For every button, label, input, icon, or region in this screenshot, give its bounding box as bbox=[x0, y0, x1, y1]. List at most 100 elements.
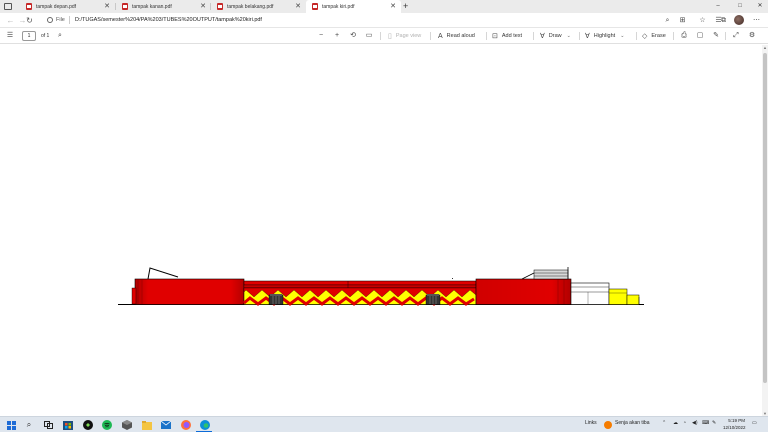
toolbar-divider bbox=[673, 32, 674, 40]
scroll-thumb[interactable] bbox=[763, 53, 767, 383]
add-text-icon: ⊡ bbox=[492, 33, 498, 40]
firefox-icon[interactable] bbox=[180, 419, 192, 431]
back-arrow-icon[interactable]: ← bbox=[5, 15, 16, 26]
refresh-icon[interactable]: ↻ bbox=[24, 15, 35, 26]
app-available-icon[interactable]: ⊞ bbox=[678, 16, 687, 25]
vertical-scrollbar[interactable]: ▲ ▼ bbox=[762, 45, 768, 416]
mail-icon[interactable] bbox=[160, 419, 172, 431]
pdf-file-icon bbox=[217, 3, 223, 10]
system-clock[interactable]: 5:19 PM 12/10/2022 bbox=[723, 418, 746, 431]
tab-tampak-kanan[interactable]: tampak kanan.pdf ✕ bbox=[116, 0, 211, 13]
url-field[interactable]: D:/TUGAS/semester%204/PA%203/TUBES%20OUT… bbox=[75, 17, 262, 23]
store-icon[interactable] bbox=[62, 419, 74, 431]
file-explorer-icon[interactable] bbox=[141, 419, 153, 431]
find-icon[interactable]: ⌕ bbox=[55, 31, 65, 41]
draw-button[interactable]: ∀ Draw ⌄ bbox=[540, 31, 571, 41]
search-icon[interactable]: ⌕ bbox=[23, 419, 35, 431]
address-divider bbox=[69, 16, 70, 24]
read-aloud-button[interactable]: A Read aloud bbox=[438, 31, 475, 41]
save-disabled-icon: ▢ bbox=[696, 32, 704, 39]
toolbar-divider bbox=[486, 32, 487, 40]
fullscreen-icon[interactable]: ⤢ bbox=[731, 31, 741, 41]
toolbar-divider bbox=[430, 32, 431, 40]
tab-tampak-belakang[interactable]: tampak belakang.pdf ✕ bbox=[211, 0, 306, 13]
settings-gear-icon[interactable]: ⚙ bbox=[747, 31, 757, 41]
onedrive-icon[interactable]: ☁ bbox=[673, 420, 678, 426]
profile-avatar[interactable] bbox=[734, 15, 744, 25]
tab-title: tampak kiri.pdf bbox=[322, 3, 355, 10]
edge-browser-icon[interactable] bbox=[199, 419, 211, 431]
weather-sun-icon[interactable] bbox=[604, 421, 612, 429]
clock-date: 12/10/2022 bbox=[723, 424, 746, 430]
search-icon[interactable]: ⌕ bbox=[663, 16, 672, 25]
tab-title: tampak depan.pdf bbox=[36, 3, 77, 10]
collections-icon[interactable]: ⧉ bbox=[719, 16, 728, 25]
building-elevation-drawing bbox=[118, 267, 644, 306]
scroll-up-icon[interactable]: ▲ bbox=[762, 45, 768, 50]
app-black-circle-icon[interactable] bbox=[82, 419, 94, 431]
chevron-down-icon[interactable]: ⌄ bbox=[567, 33, 571, 39]
scheme-label: File bbox=[56, 17, 65, 23]
add-text-button[interactable]: ⊡ Add text bbox=[492, 31, 522, 41]
app-cube-icon[interactable] bbox=[121, 419, 133, 431]
page-total: of 1 bbox=[41, 33, 50, 39]
pen-icon[interactable]: ✎ bbox=[712, 420, 716, 426]
tab-close-icon[interactable]: ✕ bbox=[200, 2, 206, 10]
volume-icon[interactable]: ◀) bbox=[692, 420, 698, 426]
page-number-input[interactable]: 1 bbox=[22, 31, 36, 41]
erase-button[interactable]: ◇ Erase bbox=[642, 31, 666, 41]
maximize-button[interactable]: □ bbox=[729, 0, 751, 13]
weather-text[interactable]: Senja akan tiba bbox=[615, 420, 649, 426]
highlight-label: Highlight bbox=[593, 33, 616, 39]
links-toolbar-label[interactable]: Links bbox=[585, 420, 597, 426]
tab-close-icon[interactable]: ✕ bbox=[104, 2, 110, 10]
page-view-icon: ▯ bbox=[388, 33, 392, 40]
tab-tampak-kiri[interactable]: tampak kiri.pdf ✕ bbox=[306, 0, 401, 13]
eraser-icon: ◇ bbox=[642, 33, 648, 40]
draw-pen-icon: ∀ bbox=[540, 33, 545, 40]
zoom-in-icon[interactable]: + bbox=[332, 31, 342, 41]
chevron-down-icon[interactable]: ⌄ bbox=[620, 33, 624, 39]
pdf-file-icon bbox=[26, 3, 32, 10]
close-window-button[interactable]: ✕ bbox=[749, 0, 768, 13]
task-view-icon[interactable] bbox=[42, 419, 54, 431]
rotate-icon[interactable]: ⟲ bbox=[348, 31, 358, 41]
windows-start-icon[interactable] bbox=[5, 419, 17, 431]
page-view-button[interactable]: ▯ Page view bbox=[388, 31, 421, 41]
new-tab-button[interactable]: + bbox=[403, 0, 408, 12]
read-aloud-icon: A bbox=[438, 32, 443, 40]
spotify-icon[interactable] bbox=[101, 419, 113, 431]
address-bar-row: ← → ↻ File D:/TUGAS/semester%204/PA%203/… bbox=[0, 13, 768, 28]
pdf-file-icon bbox=[122, 3, 128, 10]
page-view-label: Page view bbox=[395, 33, 422, 39]
tab-actions-icon[interactable] bbox=[4, 3, 12, 10]
fit-to-page-icon[interactable]: ▭ bbox=[364, 31, 374, 41]
highlight-button[interactable]: ∀ Highlight ⌄ bbox=[585, 31, 624, 41]
print-icon[interactable]: ⎙ bbox=[679, 31, 689, 41]
pdf-toolbar: ☰ 1 of 1 ⌕ − + ⟲ ▭ ▯ Page view A Read al… bbox=[0, 28, 768, 44]
chevron-up-icon[interactable]: ⌃ bbox=[662, 420, 666, 426]
tab-title: tampak kanan.pdf bbox=[132, 3, 172, 10]
pdf-document-view[interactable] bbox=[0, 45, 762, 416]
save-as-icon[interactable]: ✎ bbox=[711, 31, 721, 41]
contents-icon[interactable]: ☰ bbox=[5, 31, 15, 41]
tab-close-icon[interactable]: ✕ bbox=[390, 2, 396, 10]
notifications-icon[interactable]: ▭ bbox=[752, 420, 757, 426]
favorite-star-icon[interactable]: ☆ bbox=[698, 16, 707, 25]
zoom-out-icon[interactable]: − bbox=[316, 31, 326, 41]
network-icon[interactable]: ◔ bbox=[683, 420, 686, 426]
minimize-button[interactable]: – bbox=[707, 0, 729, 13]
pdf-file-icon bbox=[312, 3, 318, 10]
toolbar-divider bbox=[533, 32, 534, 40]
highlighter-icon: ∀ bbox=[585, 33, 590, 40]
add-text-label: Add text bbox=[501, 33, 523, 39]
tab-title: tampak belakang.pdf bbox=[227, 3, 274, 10]
tab-strip: tampak depan.pdf ✕ tampak kanan.pdf ✕ ta… bbox=[0, 0, 768, 13]
toolbar-divider bbox=[725, 32, 726, 40]
tab-tampak-depan[interactable]: tampak depan.pdf ✕ bbox=[20, 0, 115, 13]
windows-taskbar: ⌕ Links Senja akan tiba ⌃ ☁ ◔ ◀) ⌨ ✎ 5:1… bbox=[0, 416, 768, 432]
info-icon[interactable] bbox=[47, 17, 53, 23]
more-options-icon[interactable]: ⋯ bbox=[752, 16, 761, 25]
language-icon[interactable]: ⌨ bbox=[702, 420, 709, 426]
tab-close-icon[interactable]: ✕ bbox=[295, 2, 301, 10]
